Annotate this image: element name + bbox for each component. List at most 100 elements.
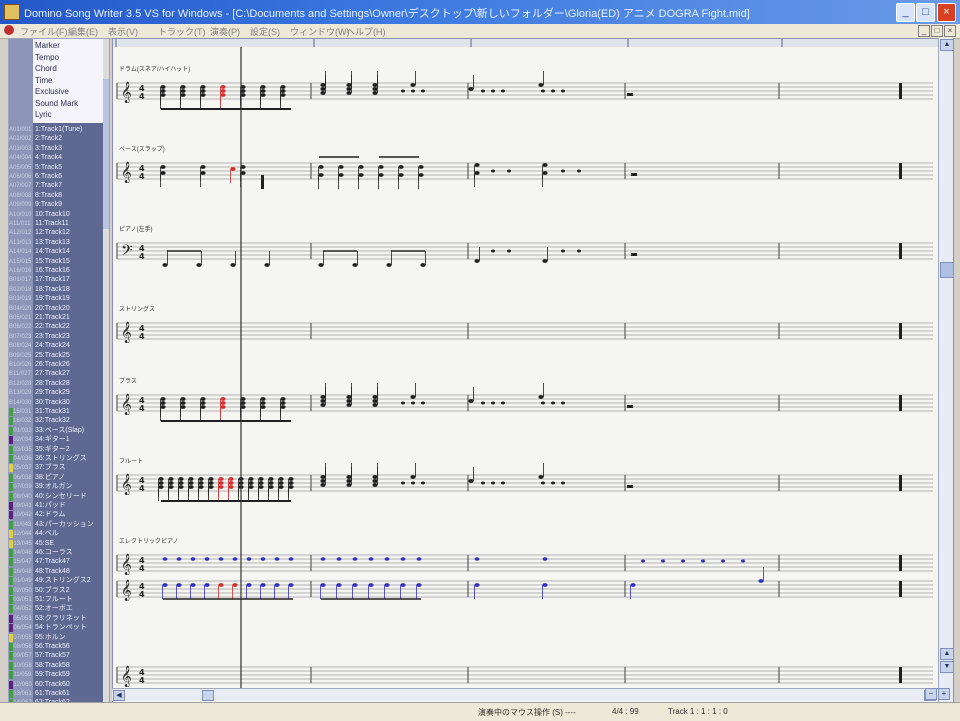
note-head <box>274 557 280 561</box>
track-status-flag <box>9 530 13 539</box>
note-head <box>320 583 326 587</box>
note-head <box>274 583 280 587</box>
note-head <box>280 93 286 97</box>
note-head <box>468 479 474 483</box>
note-head <box>260 85 266 89</box>
note-head <box>491 169 495 173</box>
note-head <box>416 583 422 587</box>
note-head <box>481 401 485 405</box>
note-head <box>318 173 324 177</box>
score-horizontal-scrollbar[interactable]: ◀ ▶ <box>112 688 938 701</box>
track-status-flag <box>9 577 13 586</box>
conductor-row[interactable]: Chord <box>35 64 57 74</box>
note-head <box>418 165 424 169</box>
clef-symbol: 𝄢 <box>121 242 133 263</box>
close-button[interactable]: × <box>937 3 956 22</box>
track-list-scrollbar[interactable] <box>103 39 109 703</box>
track-status-flag <box>9 558 13 567</box>
note-head <box>320 479 326 483</box>
note-head <box>318 263 324 267</box>
track-list-scroll-thumb[interactable] <box>103 79 109 229</box>
menu-window[interactable]: ウィンドウ(W) <box>290 25 350 38</box>
note-head <box>372 91 378 95</box>
track-status-flag <box>9 680 13 689</box>
note-head <box>501 481 505 485</box>
note-head <box>372 403 378 407</box>
note-head <box>481 481 485 485</box>
score-scroll-thumb[interactable] <box>940 262 954 278</box>
note-head <box>268 477 274 481</box>
note-head <box>542 163 548 167</box>
menu-play[interactable]: 演奏(P) <box>210 25 240 38</box>
note-head <box>160 171 166 175</box>
document-icon[interactable] <box>4 25 14 35</box>
maximize-button[interactable]: □ <box>916 3 935 22</box>
note-head <box>346 91 352 95</box>
note-head <box>352 557 358 561</box>
note-head <box>411 89 415 93</box>
menu-track[interactable]: トラック(T) <box>158 25 206 38</box>
scroll-down-arrow[interactable]: ▼ <box>940 661 954 673</box>
clef-symbol: 𝄞 <box>121 162 132 183</box>
clef-symbol: 𝄞 <box>121 394 132 415</box>
menu-settings[interactable]: 設定(S) <box>250 25 280 38</box>
staff-name: ピアノ(左手) <box>119 225 152 233</box>
note-head <box>180 401 186 405</box>
note-head <box>372 479 378 483</box>
conductor-row[interactable]: Lyric <box>35 110 52 120</box>
conductor-row[interactable]: Tempo <box>35 53 59 63</box>
score-view[interactable]: ドラム(スネア/ハイハット) 𝄞 4 4 ベース(スラップ) 𝄞 4 4 ピアノ(左手) 𝄢 4 4 ス… <box>112 38 954 704</box>
note-head <box>176 557 182 561</box>
note-head <box>200 405 206 409</box>
scroll-up-arrow-lower[interactable]: ▲ <box>940 648 954 660</box>
scroll-left-arrow[interactable]: ◀ <box>113 690 125 701</box>
note-head <box>491 89 495 93</box>
note-head <box>278 477 284 481</box>
note-head <box>491 481 495 485</box>
note-head <box>248 477 254 481</box>
score-vertical-scrollbar[interactable]: ▲ ▲ ▼ <box>938 38 954 702</box>
zoom-out-button[interactable]: − <box>925 688 937 700</box>
menu-view[interactable]: 表示(V) <box>108 25 138 38</box>
menu-file[interactable]: ファイル(F) <box>20 25 68 38</box>
note-head <box>198 485 204 489</box>
menu-edit[interactable]: 編集(E) <box>68 25 98 38</box>
note-head <box>280 397 286 401</box>
note-head <box>541 481 545 485</box>
conductor-row[interactable]: Sound Mark <box>35 99 78 109</box>
note-head <box>204 583 210 587</box>
note-head <box>158 477 164 481</box>
horizontal-scroll-thumb[interactable] <box>202 690 214 701</box>
staff-name: ブラス <box>119 377 137 385</box>
note-head <box>260 557 266 561</box>
note-head <box>410 395 416 399</box>
scroll-up-arrow[interactable]: ▲ <box>940 39 954 51</box>
note-head <box>701 559 705 563</box>
track-status-flag <box>9 624 13 633</box>
conductor-row[interactable]: Marker <box>35 41 60 51</box>
note-head <box>258 481 264 485</box>
menu-help[interactable]: ヘルプ(H) <box>346 25 386 38</box>
mdi-close-button[interactable]: × <box>944 25 956 37</box>
note-head <box>280 89 286 93</box>
mdi-restore-button[interactable]: □ <box>931 25 943 37</box>
mdi-minimize-button[interactable]: _ <box>918 25 930 37</box>
note-head <box>162 263 168 267</box>
note-head <box>346 399 352 403</box>
zoom-in-button[interactable]: + <box>938 688 950 700</box>
note-head <box>346 83 352 87</box>
time-signature-bottom: 4 <box>139 172 145 181</box>
time-signature-bottom: 4 <box>139 590 145 599</box>
note-head <box>230 263 236 267</box>
note-head <box>561 89 565 93</box>
note-head <box>398 173 404 177</box>
note-head <box>491 249 495 253</box>
conductor-row[interactable]: Exclusive <box>35 87 69 97</box>
conductor-row[interactable]: Time <box>35 76 52 86</box>
score-canvas[interactable]: ドラム(スネア/ハイハット) 𝄞 4 4 ベース(スラップ) 𝄞 4 4 ピアノ(左手) 𝄢 4 4 ス… <box>113 39 939 689</box>
note-head <box>541 89 545 93</box>
note-head <box>346 483 352 487</box>
note-head <box>338 165 344 169</box>
minimize-button[interactable]: _ <box>896 3 915 22</box>
app-icon[interactable] <box>4 4 20 20</box>
